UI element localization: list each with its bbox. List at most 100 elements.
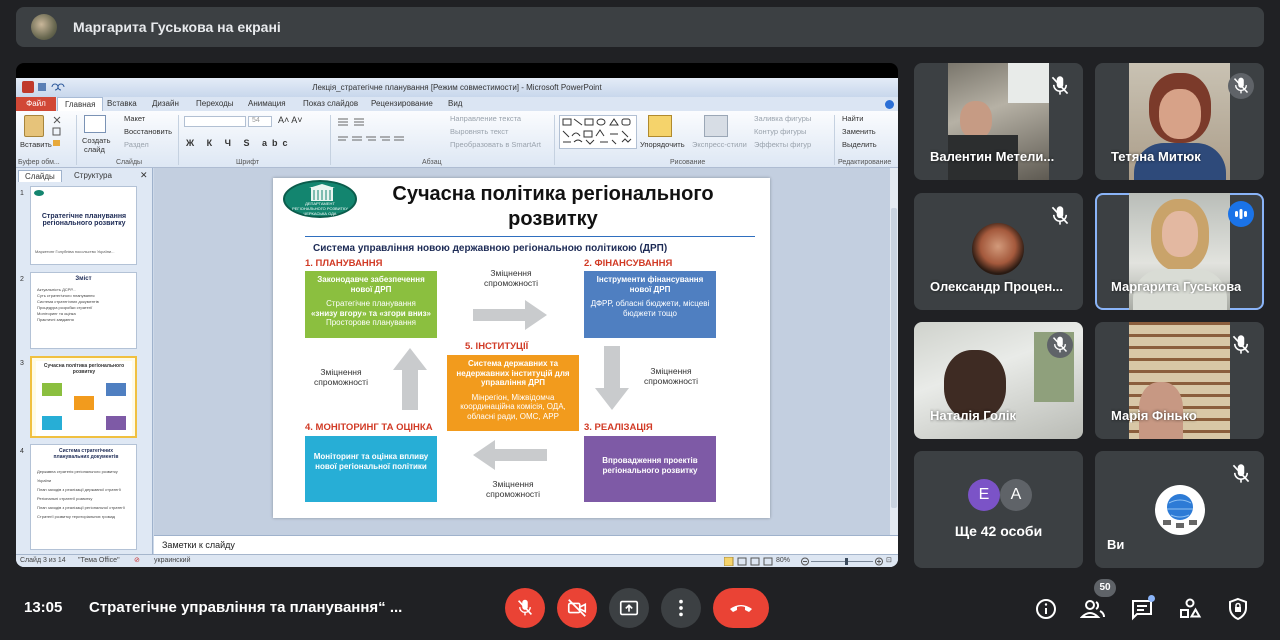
participant-tile[interactable]: Марія Фінько — [1095, 322, 1264, 439]
quick-styles-icon[interactable] — [704, 115, 728, 137]
zoom-slider[interactable] — [801, 557, 885, 566]
participant-tile[interactable]: Тетяна Митюк — [1095, 63, 1264, 180]
tab-review[interactable]: Рецензирование — [371, 99, 433, 108]
participant-tile[interactable]: Олександр Процен... — [914, 193, 1083, 310]
participant-name: Маргарита Гуськова — [1111, 279, 1242, 294]
slide-thumbnail-2[interactable]: Зміст Актуальність ДСРР... Суть стратегіч… — [30, 272, 137, 349]
more-options-button[interactable] — [661, 588, 701, 628]
reset-button[interactable]: Восстановить — [124, 127, 172, 136]
capacity-label-right: Зміцнення спроможності — [644, 366, 698, 386]
grow-font-button[interactable]: A˄ A˅ — [278, 115, 303, 125]
view-buttons[interactable] — [723, 556, 776, 567]
activities-button[interactable] — [1177, 596, 1203, 622]
clipboard-tools[interactable] — [52, 115, 62, 149]
shape-outline-button[interactable]: Контур фигуры — [754, 127, 806, 136]
shapes-gallery[interactable] — [559, 115, 637, 149]
new-slide-icon[interactable] — [84, 115, 106, 133]
participant-tile[interactable]: Валентин Метели... — [914, 63, 1083, 180]
host-controls-icon — [1229, 597, 1247, 621]
tab-view[interactable]: Вид — [448, 99, 462, 108]
slide-number: 3 — [20, 360, 24, 367]
font-format-buttons[interactable]: Ж К Ч S abc — [186, 138, 292, 148]
institutions-box: Система державних та недержавних інститу… — [447, 355, 579, 431]
host-controls-button[interactable] — [1225, 596, 1251, 622]
current-slide[interactable]: ДЕПАРТАМЕНТ РЕГІОНАЛЬНОГО РОЗВИТКУ ЧЕРКА… — [273, 178, 770, 518]
new-slide-label-1[interactable]: Создать — [82, 136, 111, 145]
present-button[interactable] — [609, 588, 649, 628]
people-button[interactable] — [1080, 596, 1106, 622]
shape-effects-button[interactable]: Эффекты фигур — [754, 140, 811, 149]
participant-name: Олександр Процен... — [930, 279, 1064, 294]
arrange-icon[interactable] — [648, 115, 672, 137]
tab-insert[interactable]: Вставка — [107, 99, 137, 108]
text-direction-button[interactable]: Направление текста — [450, 114, 521, 123]
font-size-select[interactable]: 54 — [248, 116, 272, 127]
mic-toggle-button[interactable] — [505, 588, 545, 628]
ppt-titlebar: Лекція_стратегічне планування [Режим сов… — [16, 78, 898, 97]
paste-button[interactable]: Вставить — [20, 140, 52, 149]
thumb-title: Сучасна політика регіонального розвитку — [43, 363, 125, 375]
group-editing: Редактирование — [838, 159, 892, 166]
tab-home[interactable]: Главная — [57, 97, 104, 111]
section-button[interactable]: Раздел — [124, 140, 149, 149]
mic-off-icon — [1047, 203, 1073, 229]
spellcheck-icon[interactable]: ⊘ — [134, 556, 140, 564]
participant-initial-avatar: Е — [968, 479, 1000, 511]
align-text-button[interactable]: Выровнять текст — [450, 127, 508, 136]
paragraph-tools[interactable] — [336, 117, 431, 145]
more-participants-tile[interactable]: Е А Ще 42 особи — [914, 451, 1083, 568]
layout-button[interactable]: Макет — [124, 114, 145, 123]
tab-slideshow[interactable]: Показ слайдов — [303, 99, 358, 108]
shared-screen[interactable]: Лекція_стратегічне планування [Режим сов… — [16, 63, 898, 567]
thumb-title: Зміст — [75, 276, 92, 282]
smartart-button[interactable]: Преобразовать в SmartArt — [450, 140, 541, 149]
slide-thumbnail-4[interactable]: Система стратегічних планувальних докуме… — [30, 444, 137, 550]
meeting-title[interactable]: Стратегічне управління та планування“ ..… — [89, 599, 419, 616]
thumb-lines: Державна стратегія регіонального розвитк… — [37, 469, 125, 519]
title-underline — [305, 236, 755, 237]
pane-close-icon[interactable]: ✕ — [140, 170, 148, 181]
quick-styles-button[interactable]: Экспресс-стили — [692, 140, 747, 149]
people-count-badge: 50 — [1094, 579, 1116, 597]
ribbon-tabs: Файл Главная Вставка Дизайн Переходы Ани… — [16, 97, 898, 111]
mic-off-icon — [1228, 461, 1254, 487]
slide-edit-area[interactable]: ДЕПАРТАМЕНТ РЕГІОНАЛЬНОГО РОЗВИТКУ ЧЕРКА… — [154, 168, 890, 535]
presentation-banner: Маргарита Гуськова на екрані — [16, 7, 1264, 47]
capacity-label-bottom: Зміцнення спроможності — [486, 479, 540, 499]
tab-animation[interactable]: Анимация — [248, 99, 286, 108]
logo-text: ДЕПАРТАМЕНТ РЕГІОНАЛЬНОГО РОЗВИТКУ ЧЕРКА… — [292, 201, 348, 216]
self-tile[interactable]: Ви — [1095, 451, 1264, 568]
find-button[interactable]: Найти — [842, 114, 863, 123]
people-icon — [1080, 600, 1105, 618]
slide-thumbnail-1[interactable]: Стратегічне планування регіонального роз… — [30, 186, 137, 265]
paste-icon[interactable] — [24, 115, 44, 137]
fit-window-icon[interactable]: ⊡ — [886, 556, 892, 564]
help-icon[interactable] — [885, 100, 894, 109]
tab-outline[interactable]: Структура — [68, 170, 118, 181]
participant-tile-active[interactable]: Маргарита Гуськова — [1095, 193, 1264, 310]
participant-initial-avatar: А — [1000, 479, 1032, 511]
camera-off-icon — [567, 599, 587, 617]
vertical-scrollbar[interactable] — [890, 168, 898, 535]
replace-button[interactable]: Заменить — [842, 127, 876, 136]
camera-toggle-button[interactable] — [557, 588, 597, 628]
notes-field[interactable]: Заметки к слайду — [154, 535, 898, 554]
tab-design[interactable]: Дизайн — [152, 99, 179, 108]
select-button[interactable]: Выделить — [842, 140, 877, 149]
participant-tile[interactable]: Наталія Голік — [914, 322, 1083, 439]
language[interactable]: украинский — [154, 557, 191, 564]
realization-box: Впровадження проектів регіонального розв… — [584, 436, 716, 502]
shape-fill-button[interactable]: Заливка фигуры — [754, 114, 811, 123]
slide-counter: Слайд 3 из 14 — [20, 557, 66, 564]
new-slide-label-2[interactable]: слайд — [84, 145, 105, 154]
tab-transitions[interactable]: Переходы — [196, 99, 234, 108]
meeting-details-button[interactable] — [1033, 596, 1059, 622]
arrange-button[interactable]: Упорядочить — [640, 140, 685, 149]
hang-up-button[interactable] — [713, 588, 769, 628]
slide-thumbnail-3[interactable]: Сучасна політика регіонального розвитку — [30, 356, 137, 438]
file-tab[interactable]: Файл — [16, 97, 56, 111]
tab-slides[interactable]: Слайды — [18, 170, 62, 182]
finance-box: Інструменти фінансування нової ДРП ДФРР,… — [584, 271, 716, 338]
mic-off-icon — [1228, 332, 1254, 358]
font-name-select[interactable] — [184, 116, 246, 127]
